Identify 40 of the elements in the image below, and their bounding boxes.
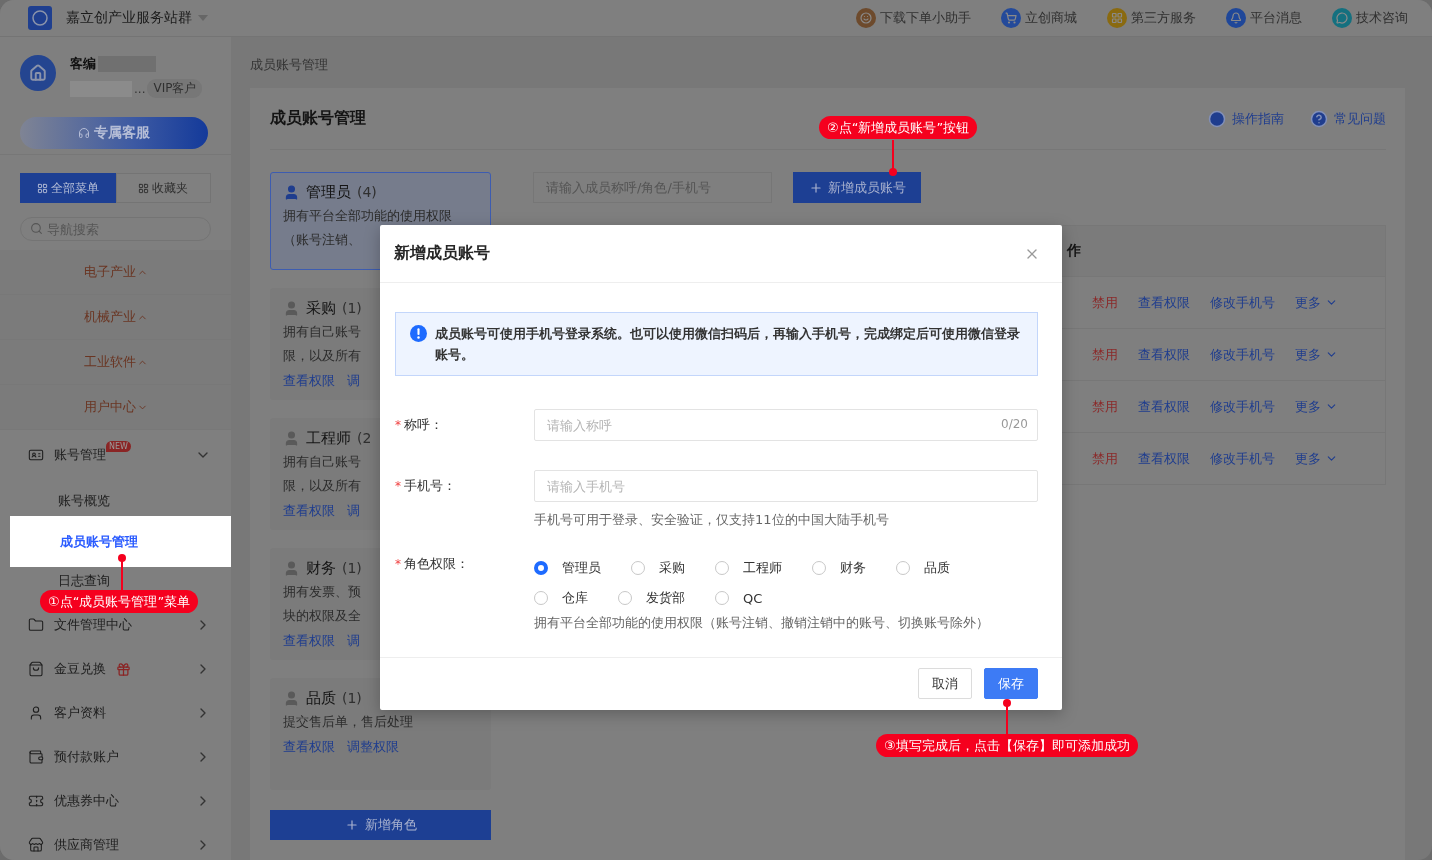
field-label: 手机号： — [404, 478, 456, 493]
column-header: 作 — [1067, 242, 1082, 260]
ellipsis-text: ... — [134, 81, 146, 96]
role-title: 财务 — [306, 558, 336, 578]
role-count: (2 — [357, 430, 372, 446]
role-description: 块的权限及全 — [283, 607, 361, 625]
role-title: 管理员 — [306, 182, 351, 202]
required-mark: * — [395, 479, 401, 493]
role-title: 品质 — [306, 688, 336, 708]
breadcrumb: 成员账号管理 — [250, 55, 328, 74]
notice-text: 成员账号可使用手机号登录系统。也可以使用微信扫码后，再输入手机号，完成绑定后可使用微信登录账号。 — [435, 325, 1021, 364]
annotation-label: ①点“成员账号管理”菜单 — [40, 590, 199, 613]
role-description: 拥有平台全部功能的使用权限（账号注销、撤销注销中的账号、切换账号除外） — [534, 614, 990, 632]
vip-tag: VIP客户 — [147, 79, 203, 98]
role-description: 拥有自己账号 — [283, 453, 361, 471]
field-hint: 手机号可用于登录、安全验证，仅支持11位的中国大陆手机号 — [534, 511, 890, 529]
customer-label: 客编 — [70, 55, 96, 73]
role-count: (1) — [342, 300, 362, 316]
role-description: 限，以及所有 — [283, 347, 361, 365]
annotation-label: ③填写完成后，点击【保存】即可添加成功 — [876, 734, 1138, 757]
field-label: 称呼： — [404, 417, 443, 432]
dialog-title: 新增成员账号 — [394, 243, 490, 264]
new-badge: NEW — [106, 441, 131, 452]
role-count: (4) — [357, 184, 377, 200]
role-description: 限，以及所有 — [283, 477, 361, 495]
role-description: 拥有自己账号 — [283, 323, 361, 341]
role-description: （账号注销、 — [283, 231, 361, 249]
role-description: 拥有平台全部功能的使用权限 — [283, 207, 452, 225]
role-title: 工程师 — [306, 428, 351, 448]
role-count: (1) — [342, 690, 362, 706]
required-mark: * — [395, 557, 401, 571]
role-description: 提交售后单，售后处理 — [283, 713, 413, 731]
required-mark: * — [395, 418, 401, 432]
page-title: 成员账号管理 — [270, 108, 366, 129]
role-count: (1) — [342, 560, 362, 576]
field-label: 角色权限： — [404, 556, 469, 571]
char-counter: 0/20 — [1001, 417, 1028, 431]
role-description: 拥有发票、预 — [283, 583, 361, 601]
role-title: 采购 — [306, 298, 336, 318]
annotation-label: ②点“新增成员账号”按钮 — [819, 116, 978, 139]
